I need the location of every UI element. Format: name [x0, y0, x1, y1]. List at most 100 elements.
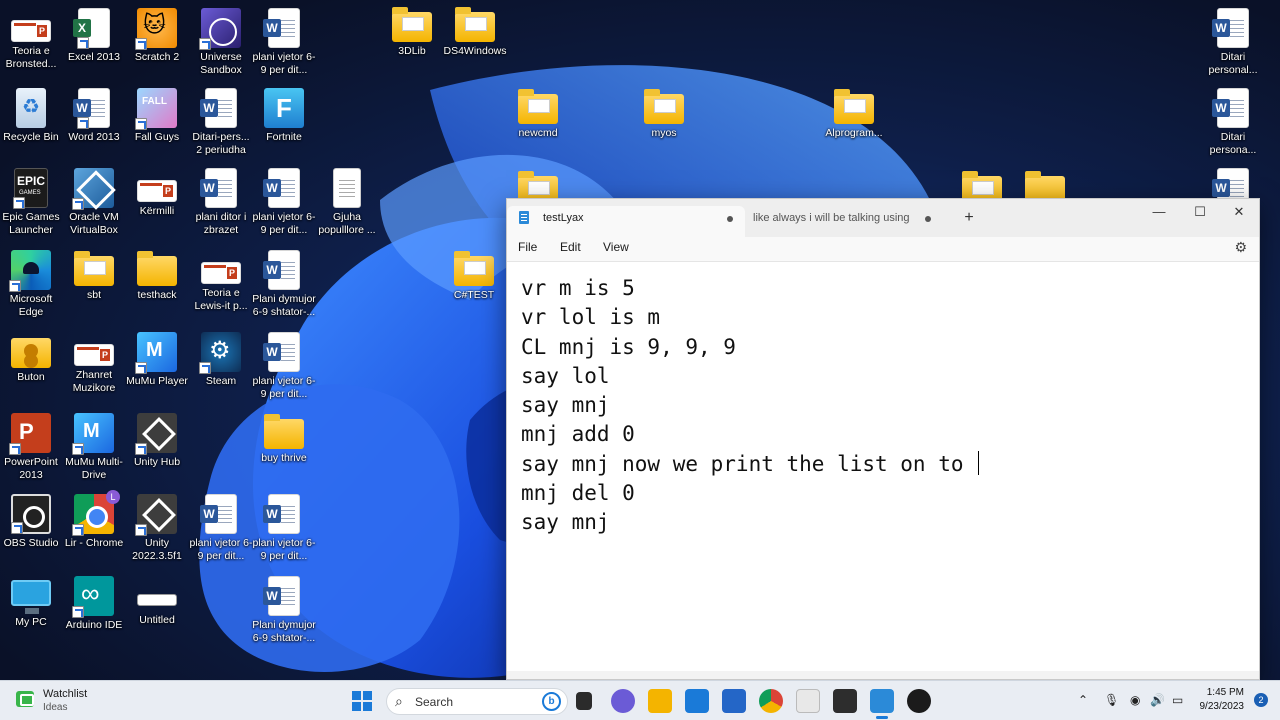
desktop-icon-mumu-player[interactable]: MuMu Player	[125, 332, 189, 388]
desktop-icon-buton[interactable]: Buton	[0, 332, 63, 384]
minimize-button[interactable]: —	[1139, 201, 1179, 223]
word-file-icon	[263, 332, 300, 372]
code-line: say mnj	[521, 393, 610, 418]
word-file-icon	[1212, 8, 1249, 48]
file-explorer-icon[interactable]	[648, 689, 672, 713]
desktop-icon-plani-ditor[interactable]: plani ditor i zbrazet	[189, 168, 253, 237]
word-icon	[73, 88, 110, 129]
word-file-icon	[263, 576, 300, 616]
bing-icon[interactable]: b	[542, 692, 561, 711]
recycle-bin-icon	[16, 88, 46, 128]
desktop-icon-plani-dymujor-2[interactable]: Plani dymujor 6-9 shtator-...	[252, 576, 316, 645]
chrome-taskbar-icon[interactable]	[759, 689, 783, 713]
mumu-drive-icon	[72, 413, 114, 455]
maximize-button[interactable]: ☐	[1180, 201, 1220, 223]
desktop-icon-unity-2022[interactable]: Unity 2022.3.5f1	[125, 494, 189, 563]
desktop-icon-sbt[interactable]: sbt	[62, 250, 126, 302]
microphone-icon[interactable]: 🎙	[1104, 693, 1119, 707]
desktop-icon-untitled[interactable]: Untitled	[125, 576, 189, 627]
desktop-icon-plani-vjetor-4[interactable]: plani vjetor 6-9 per dit...	[189, 494, 253, 563]
menu-edit[interactable]: Edit	[560, 240, 581, 254]
obs-taskbar-icon[interactable]	[907, 689, 931, 713]
desktop-icon-kermilli[interactable]: Kërmilli	[125, 168, 189, 218]
folder-icon	[74, 251, 114, 286]
desktop-icon-fortnite[interactable]: Fortnite	[252, 88, 316, 144]
desktop-icon-plani-vjetor-2[interactable]: plani vjetor 6-9 per dit...	[252, 168, 316, 237]
desktop-icon-ditari-personal-1[interactable]: Ditari personal...	[1201, 8, 1265, 77]
desktop-icon-unity-hub[interactable]: Unity Hub	[125, 413, 189, 469]
terminal-icon[interactable]	[833, 689, 857, 713]
unsaved-dot-icon[interactable]	[727, 216, 733, 222]
teams-chat-icon[interactable]	[611, 689, 635, 713]
battery-icon[interactable]: ▭	[1172, 693, 1183, 707]
tab-testlyax[interactable]: testLyax	[507, 206, 745, 237]
desktop-icon-plani-vjetor-5[interactable]: plani vjetor 6-9 per dit...	[252, 494, 316, 563]
desktop-icon-newcmd[interactable]: newcmd	[506, 88, 570, 140]
notification-badge[interactable]: 2	[1254, 693, 1268, 707]
desktop-icon-testhack[interactable]: testhack	[125, 250, 189, 302]
desktop-icon-scratch[interactable]: Scratch 2	[125, 8, 189, 64]
clock[interactable]: 1:45 PM 9/23/2023	[1200, 686, 1245, 714]
desktop-icon-mumu-drive[interactable]: MuMu Multi-Drive	[62, 413, 126, 482]
desktop-icon-myos[interactable]: myos	[632, 88, 696, 140]
close-button[interactable]: ✕	[1219, 201, 1259, 223]
desktop-icon-plani-dymujor-1[interactable]: Plani dymujor 6-9 shtator-...	[252, 250, 316, 319]
settings-gear-icon[interactable]: ⚙	[1234, 239, 1247, 256]
desktop-icon-csharp-test[interactable]: C#TEST	[442, 250, 506, 302]
volume-icon[interactable]: 🔊	[1150, 693, 1165, 707]
powerpoint-file-icon	[11, 20, 51, 42]
unity-hub-icon	[135, 413, 177, 455]
task-view-icon[interactable]	[576, 692, 592, 710]
desktop-icon-3dlib[interactable]: 3DLib	[380, 6, 444, 58]
notepad-taskbar-icon[interactable]	[870, 689, 894, 719]
desktop-icon-zhanret[interactable]: Zhanret Muzikore	[62, 332, 126, 395]
start-button[interactable]	[352, 691, 372, 711]
desktop-icon-recycle-bin[interactable]: Recycle Bin	[0, 88, 63, 144]
wifi-icon[interactable]: ◉	[1130, 693, 1140, 707]
desktop-icon-plani-vjetor-3[interactable]: plani vjetor 6-9 per dit...	[252, 332, 316, 401]
word-file-icon	[1212, 88, 1249, 128]
desktop-icon-excel[interactable]: Excel 2013	[62, 8, 126, 64]
text-editor-area[interactable]: vr m is 5 vr lol is m CL mnj is 9, 9, 9 …	[507, 261, 1259, 671]
desktop-icon-ditari-pers-2[interactable]: Ditari-pers... 2 periudha	[189, 88, 253, 157]
search-input[interactable]: ⌕ Search b	[386, 688, 568, 715]
desktop-icon-alprogram[interactable]: Alprogram...	[822, 88, 886, 140]
menu-file[interactable]: File	[518, 240, 537, 254]
mail-icon[interactable]	[685, 689, 709, 713]
folder-icon	[392, 7, 432, 42]
desktop-icon-obs[interactable]: OBS Studio	[0, 494, 63, 550]
desktop-icon-fall-guys[interactable]: Fall Guys	[125, 88, 189, 144]
desktop-icon-ditari-persona-2[interactable]: Ditari persona...	[1201, 88, 1265, 157]
desktop-icon-plani-vjetor-1[interactable]: plani vjetor 6-9 per dit...	[252, 8, 316, 77]
desktop-icon-arduino[interactable]: Arduino IDE	[62, 576, 126, 632]
desktop-icon-epic-games[interactable]: Epic Games Launcher	[0, 168, 63, 237]
desktop-icon-word[interactable]: Word 2013	[62, 88, 126, 144]
desktop-icon-steam[interactable]: Steam	[189, 332, 253, 388]
search-icon: ⌕	[395, 693, 403, 709]
unsaved-dot-icon[interactable]	[925, 216, 931, 222]
desktop-icon-buy-thrive[interactable]: buy thrive	[252, 413, 316, 465]
desktop-icon-lir-chrome[interactable]: Lir - Chrome	[62, 490, 126, 550]
tab-like-always[interactable]: like always i will be talking using	[747, 206, 943, 237]
code-line-with-caret: say mnj now we print the list on to	[521, 450, 1259, 479]
new-tab-button[interactable]: +	[959, 208, 979, 228]
universe-sandbox-icon	[199, 8, 241, 50]
desktop-icon-universe-sandbox[interactable]: Universe Sandbox	[189, 8, 253, 77]
desktop-icon-teoria-lewis[interactable]: Teoria e Lewis-it p...	[189, 250, 253, 313]
folder-icon	[454, 251, 494, 286]
desktop-icon-edge[interactable]: Microsoft Edge	[0, 250, 63, 319]
paint-icon[interactable]	[796, 689, 820, 713]
code-line: mnj add 0	[521, 422, 635, 447]
desktop-icon-ds4windows[interactable]: DS4Windows	[443, 6, 507, 58]
show-hidden-icons-chevron-icon[interactable]: ⌃	[1078, 693, 1088, 707]
menu-view[interactable]: View	[603, 240, 629, 254]
computer-icon	[11, 580, 51, 614]
desktop-icon-virtualbox[interactable]: Oracle VM VirtualBox	[62, 168, 126, 237]
folder-icon	[455, 7, 495, 42]
desktop-icon-my-pc[interactable]: My PC	[0, 576, 63, 629]
desktop-icon-powerpoint[interactable]: PowerPoint 2013	[0, 413, 63, 482]
microsoft-store-icon[interactable]	[722, 689, 746, 713]
watchlist-widget[interactable]: Watchlist Ideas	[16, 687, 136, 715]
desktop-icon-gjuha[interactable]: Gjuha populllore ...	[315, 168, 379, 237]
desktop-icon-teoria-bronsted[interactable]: Teoria e Bronsted...	[0, 8, 63, 71]
